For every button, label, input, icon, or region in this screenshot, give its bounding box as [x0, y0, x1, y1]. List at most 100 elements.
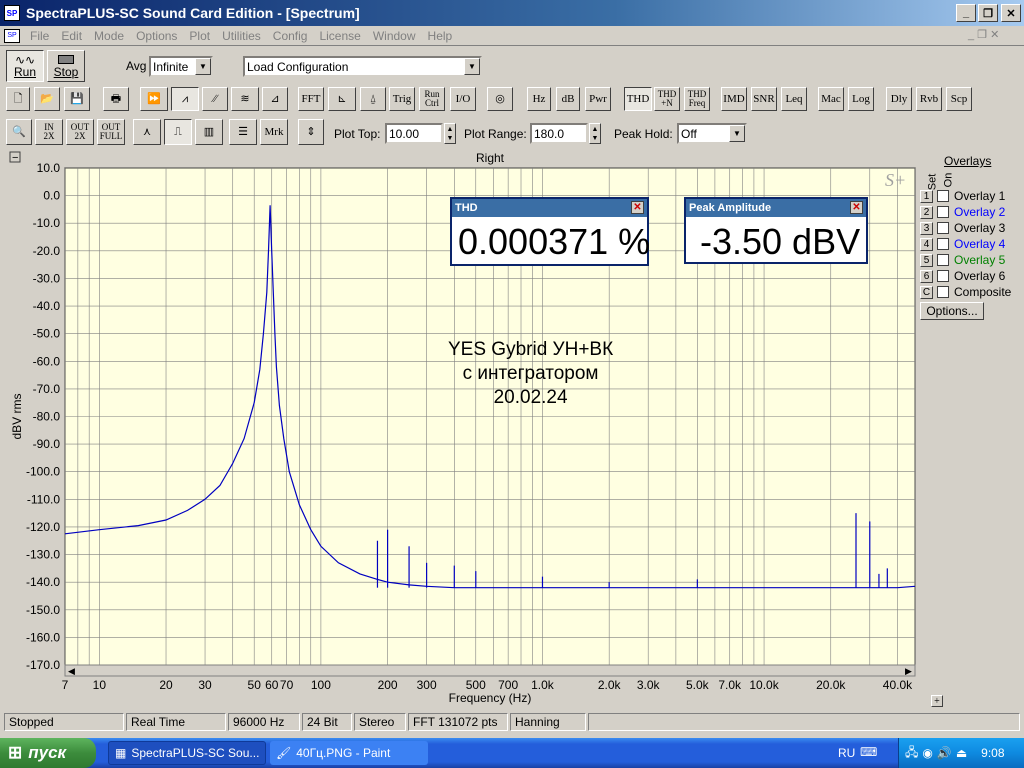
plot-expand-icon[interactable]: + — [931, 695, 943, 707]
step-plot-icon[interactable]: ⎍ — [164, 119, 192, 145]
overlay-row[interactable]: 6 Overlay 6 — [920, 269, 1005, 283]
autoscale-icon[interactable]: ⇕ — [298, 119, 324, 145]
start-button[interactable]: ⊞ пуск — [0, 738, 96, 768]
thd-freq-button[interactable]: THD Freq — [684, 87, 710, 111]
overlay-row[interactable]: 5 Overlay 5 — [920, 253, 1005, 267]
menu-edit[interactable]: Edit — [55, 29, 88, 43]
run-ctrl-button[interactable]: Run Ctrl — [419, 87, 445, 111]
dropdown-arrow-icon[interactable]: ▼ — [464, 58, 480, 75]
thd-button[interactable]: THD — [624, 87, 652, 111]
overlay-checkbox[interactable] — [937, 190, 949, 202]
hz-button[interactable]: Hz — [527, 87, 551, 111]
log-button[interactable]: Log — [848, 87, 874, 111]
close-icon[interactable]: ✕ — [850, 201, 863, 214]
tray-app-icon[interactable]: ◉ — [922, 746, 932, 760]
menu-plot[interactable]: Plot — [183, 29, 216, 43]
overlay-checkbox[interactable] — [937, 286, 949, 298]
rvb-button[interactable]: Rvb — [916, 87, 942, 111]
zoom-out-2x-icon[interactable]: OUT 2X — [66, 119, 94, 145]
overlay-options-button[interactable]: Options... — [920, 302, 984, 320]
overlay-set-button[interactable]: 4 — [920, 237, 933, 251]
overlay-row[interactable]: 1 Overlay 1 — [920, 189, 1005, 203]
dropdown-arrow-icon[interactable]: ▼ — [729, 125, 745, 142]
language-indicator[interactable]: RU — [838, 746, 855, 760]
bar-plot-icon[interactable]: ▥ — [195, 119, 223, 145]
doc-icon[interactable]: SP — [4, 28, 20, 43]
open-folder-icon[interactable]: 📂 — [34, 87, 60, 111]
network-icon[interactable]: 🖧 — [905, 743, 918, 764]
dropdown-arrow-icon[interactable]: ▼ — [195, 58, 211, 75]
new-file-icon[interactable]: 🗋 — [6, 87, 30, 111]
plot-top-input[interactable]: 10.00 — [385, 123, 443, 144]
overlay-checkbox[interactable] — [937, 238, 949, 250]
pwr-button[interactable]: Pwr — [585, 87, 611, 111]
overlay-set-button[interactable]: 3 — [920, 221, 933, 235]
overlay-row[interactable]: 3 Overlay 3 — [920, 221, 1005, 235]
load-config-select[interactable]: Load Configuration ▼ — [243, 56, 482, 77]
restore-button[interactable]: ❐ — [978, 4, 998, 22]
overlay-checkbox[interactable] — [937, 222, 949, 234]
overlay-set-button[interactable]: 2 — [920, 205, 933, 219]
print-icon[interactable]: 🖶 — [103, 87, 129, 111]
menu-license[interactable]: License — [313, 29, 366, 43]
menu-utilities[interactable]: Utilities — [216, 29, 267, 43]
overlay-set-button[interactable]: 6 — [920, 269, 933, 283]
overlay-set-button[interactable]: C — [920, 285, 933, 299]
fast-forward-icon[interactable]: ⏩ — [140, 87, 168, 111]
plot-top-spinner[interactable]: ▲ ▼ — [444, 123, 456, 144]
menu-file[interactable]: File — [24, 29, 55, 43]
mac-button[interactable]: Mac — [818, 87, 844, 111]
overlay-row[interactable]: C Composite — [920, 285, 1011, 299]
peak-hold-select[interactable]: Off ▼ — [677, 123, 747, 144]
signal-generator-icon[interactable]: ◎ — [487, 87, 513, 111]
fft-button[interactable]: FFT — [298, 87, 324, 111]
spectrogram-icon[interactable]: ≋ — [231, 87, 259, 111]
thd-n-button[interactable]: THD +N — [654, 87, 680, 111]
db-button[interactable]: dB — [556, 87, 580, 111]
3d-surface-icon[interactable]: ⊿ — [262, 87, 288, 111]
minimize-button[interactable]: _ — [956, 4, 976, 22]
overlay-row[interactable]: 2 Overlay 2 — [920, 205, 1005, 219]
trig-button[interactable]: Trig — [389, 87, 415, 111]
overlay-checkbox[interactable] — [937, 206, 949, 218]
plot-range-spinner[interactable]: ▲ ▼ — [589, 123, 601, 144]
peak-window-header[interactable]: Peak Amplitude ✕ — [686, 199, 866, 217]
zoom-out-full-icon[interactable]: OUT FULL — [97, 119, 125, 145]
data-table-icon[interactable]: ☰ — [229, 119, 257, 145]
overlay-checkbox[interactable] — [937, 254, 949, 266]
dly-button[interactable]: Dly — [886, 87, 912, 111]
menu-mode[interactable]: Mode — [88, 29, 130, 43]
safely-remove-icon[interactable]: ⏏ — [956, 746, 967, 760]
thd-window[interactable]: THD ✕ 0.000371 % — [450, 197, 650, 266]
menu-config[interactable]: Config — [267, 29, 314, 43]
overlay-set-button[interactable]: 5 — [920, 253, 933, 267]
line-plot-icon[interactable]: ⋏ — [133, 119, 161, 145]
spectrum-mode-icon[interactable]: ⩘ — [171, 87, 199, 111]
scp-button[interactable]: Scp — [946, 87, 972, 111]
run-button[interactable]: ∿∿ Run — [6, 50, 44, 82]
peak-amplitude-window[interactable]: Peak Amplitude ✕ -3.50 dBV — [684, 197, 868, 264]
save-disk-icon[interactable]: 💾 — [64, 87, 90, 111]
taskbar-item-spectraplus[interactable]: ▦ SpectraPLUS-SC Sou... — [108, 741, 266, 765]
io-button[interactable]: I/O — [450, 87, 476, 111]
overlay-set-button[interactable]: 1 — [920, 189, 933, 203]
menu-options[interactable]: Options — [130, 29, 183, 43]
stop-button[interactable]: Stop — [47, 50, 85, 82]
mdi-controls[interactable]: _ ❐ ✕ — [968, 28, 999, 41]
leq-button[interactable]: Leq — [781, 87, 807, 111]
ramp-wave-icon[interactable]: ∕∕ — [202, 87, 228, 111]
menu-window[interactable]: Window — [367, 29, 422, 43]
snr-button[interactable]: SNR — [751, 87, 777, 111]
weighting-icon[interactable]: ⍙ — [360, 87, 386, 111]
menu-help[interactable]: Help — [422, 29, 459, 43]
imd-button[interactable]: IMD — [721, 87, 747, 111]
zoom-in-2x-icon[interactable]: IN 2X — [35, 119, 63, 145]
plot-range-input[interactable]: 180.0 — [530, 123, 588, 144]
scope-trace-icon[interactable]: ⊾ — [328, 87, 356, 111]
thd-window-header[interactable]: THD ✕ — [452, 199, 647, 217]
avg-select[interactable]: Infinite ▼ — [149, 56, 213, 77]
keyboard-icon[interactable]: ⌨ — [860, 745, 877, 759]
close-icon[interactable]: ✕ — [631, 201, 644, 214]
overlay-row[interactable]: 4 Overlay 4 — [920, 237, 1005, 251]
speaker-icon[interactable]: 🔊 — [937, 746, 952, 760]
